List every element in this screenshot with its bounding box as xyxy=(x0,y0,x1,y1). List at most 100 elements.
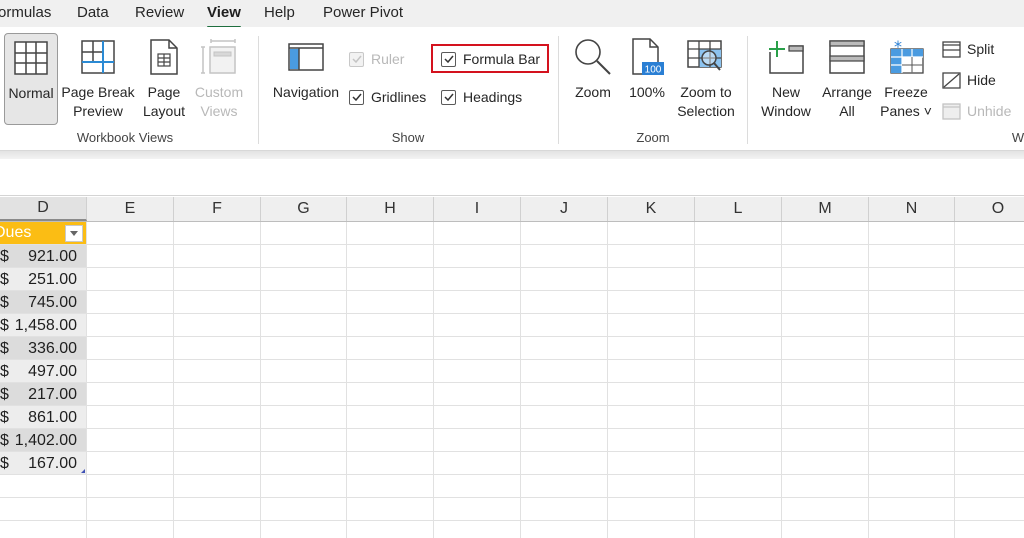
zoom-to-selection-button[interactable]: Zoom to Selection xyxy=(674,33,738,125)
empty-cell[interactable] xyxy=(869,222,955,245)
empty-cell[interactable] xyxy=(869,475,955,498)
column-header-g[interactable]: G xyxy=(261,197,347,221)
empty-cell[interactable] xyxy=(87,360,174,383)
empty-cell[interactable] xyxy=(695,314,782,337)
empty-cell[interactable] xyxy=(174,245,261,268)
empty-cell[interactable] xyxy=(782,222,869,245)
empty-cell[interactable] xyxy=(347,498,434,521)
empty-cell[interactable] xyxy=(261,245,347,268)
column-header-j[interactable]: J xyxy=(521,197,608,221)
new-window-button[interactable]: New Window xyxy=(756,33,816,125)
empty-cell[interactable] xyxy=(174,337,261,360)
empty-cell[interactable] xyxy=(347,452,434,475)
ruler-checkbox[interactable]: Ruler xyxy=(349,51,404,67)
empty-cell[interactable] xyxy=(955,521,1024,538)
empty-cell[interactable] xyxy=(782,383,869,406)
empty-cell[interactable] xyxy=(521,360,608,383)
empty-cell[interactable] xyxy=(521,222,608,245)
worksheet-grid[interactable]: Dues$921.00$251.00$745.00$1,458.00$336.0… xyxy=(0,222,1024,538)
page-break-preview-button[interactable]: Page Break Preview xyxy=(60,33,136,125)
empty-cell[interactable] xyxy=(955,406,1024,429)
empty-cell[interactable] xyxy=(261,429,347,452)
empty-cell[interactable] xyxy=(434,429,521,452)
empty-cell[interactable] xyxy=(521,429,608,452)
empty-cell[interactable] xyxy=(174,521,261,538)
empty-cell[interactable] xyxy=(695,475,782,498)
empty-cell[interactable] xyxy=(521,498,608,521)
empty-cell[interactable] xyxy=(434,406,521,429)
empty-cell[interactable] xyxy=(87,222,174,245)
empty-cell[interactable] xyxy=(521,475,608,498)
empty-cell[interactable] xyxy=(174,429,261,452)
empty-cell[interactable] xyxy=(955,337,1024,360)
dues-cell[interactable]: $217.00 xyxy=(0,383,87,406)
empty-cell[interactable] xyxy=(955,452,1024,475)
empty-cell[interactable] xyxy=(521,521,608,538)
empty-cell[interactable] xyxy=(87,429,174,452)
empty-cell[interactable] xyxy=(782,452,869,475)
empty-cell[interactable] xyxy=(608,291,695,314)
dues-cell[interactable]: $497.00 xyxy=(0,360,87,383)
empty-cell[interactable] xyxy=(174,222,261,245)
empty-cell[interactable] xyxy=(869,291,955,314)
column-header-h[interactable]: H xyxy=(347,197,434,221)
empty-cell[interactable] xyxy=(174,291,261,314)
empty-cell[interactable] xyxy=(261,337,347,360)
empty-cell[interactable] xyxy=(261,383,347,406)
empty-cell[interactable] xyxy=(521,383,608,406)
page-layout-button[interactable]: Page Layout xyxy=(138,33,190,125)
empty-cell[interactable] xyxy=(87,475,174,498)
column-header-d[interactable]: D xyxy=(0,197,87,221)
empty-cell[interactable] xyxy=(695,337,782,360)
empty-cell[interactable] xyxy=(782,360,869,383)
dues-cell[interactable]: $336.00 xyxy=(0,337,87,360)
column-header-f[interactable]: F xyxy=(174,197,261,221)
gridlines-checkbox[interactable]: Gridlines xyxy=(349,89,426,105)
empty-cell[interactable] xyxy=(261,314,347,337)
empty-cell[interactable] xyxy=(521,291,608,314)
empty-cell[interactable] xyxy=(87,383,174,406)
empty-cell[interactable] xyxy=(347,337,434,360)
empty-cell[interactable] xyxy=(434,475,521,498)
empty-cell[interactable] xyxy=(261,268,347,291)
freeze-panes-button[interactable]: * Freeze Panes ˅ xyxy=(878,33,934,125)
empty-cell[interactable] xyxy=(782,337,869,360)
empty-cell[interactable] xyxy=(87,245,174,268)
empty-cell[interactable] xyxy=(955,314,1024,337)
column-header-m[interactable]: M xyxy=(782,197,869,221)
empty-cell[interactable] xyxy=(869,383,955,406)
column-header-e[interactable]: E xyxy=(87,197,174,221)
table-header-cell[interactable]: Dues xyxy=(0,222,87,245)
empty-cell[interactable] xyxy=(174,475,261,498)
empty-cell[interactable] xyxy=(261,521,347,538)
empty-cell[interactable] xyxy=(434,291,521,314)
empty-cell[interactable] xyxy=(347,406,434,429)
empty-cell[interactable] xyxy=(869,452,955,475)
hide-button[interactable]: Hide xyxy=(942,71,996,89)
empty-cell[interactable] xyxy=(347,222,434,245)
tab-formulas[interactable]: ormulas xyxy=(0,4,51,21)
empty-cell[interactable] xyxy=(434,245,521,268)
tab-view[interactable]: View xyxy=(207,4,241,29)
empty-cell[interactable] xyxy=(174,452,261,475)
empty-cell[interactable] xyxy=(347,360,434,383)
empty-cell[interactable] xyxy=(695,245,782,268)
empty-cell[interactable] xyxy=(695,452,782,475)
empty-cell[interactable] xyxy=(174,406,261,429)
empty-cell[interactable] xyxy=(87,291,174,314)
empty-cell[interactable] xyxy=(955,222,1024,245)
dues-cell[interactable]: $861.00 xyxy=(0,406,87,429)
empty-cell[interactable] xyxy=(521,337,608,360)
empty-cell[interactable] xyxy=(695,429,782,452)
empty-cell[interactable] xyxy=(955,475,1024,498)
empty-cell[interactable] xyxy=(174,498,261,521)
empty-cell[interactable] xyxy=(434,452,521,475)
empty-cell[interactable] xyxy=(261,452,347,475)
dues-cell[interactable]: $167.00 xyxy=(0,452,87,475)
empty-cell[interactable] xyxy=(608,222,695,245)
empty-cell[interactable] xyxy=(955,383,1024,406)
empty-cell[interactable] xyxy=(174,314,261,337)
empty-cell[interactable] xyxy=(608,314,695,337)
empty-cell[interactable] xyxy=(174,383,261,406)
empty-cell[interactable] xyxy=(608,521,695,538)
